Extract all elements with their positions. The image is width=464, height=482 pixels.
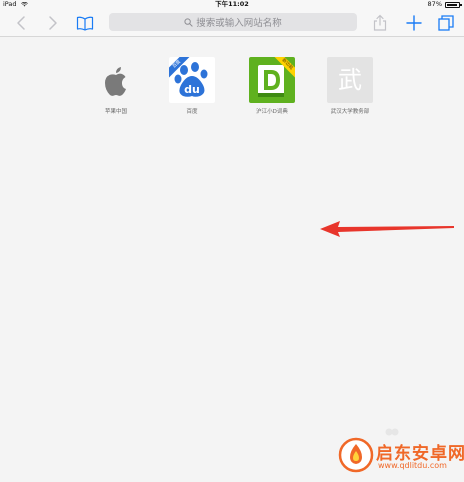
favorite-whu[interactable]: 武 武汉大学教务部 — [321, 57, 379, 115]
hujiang-d-icon: 新功能 — [249, 57, 295, 103]
apple-icon — [93, 57, 139, 103]
book-icon — [76, 16, 94, 31]
new-tab-button[interactable] — [404, 13, 424, 33]
favorites-grid: 苹果中国 du 百度 百度 新功能 沪江小D词典 武 武汉大学教务部 — [0, 37, 464, 137]
favorite-label: 武汉大学教务部 — [330, 109, 370, 115]
whu-text-icon: 武 — [327, 57, 373, 103]
swipe-left-arrow-icon — [320, 221, 454, 237]
browser-toolbar: 搜索或输入网站名称 — [0, 9, 464, 37]
share-button[interactable] — [370, 13, 390, 33]
watermark-logo-icon — [338, 437, 374, 473]
status-bar: iPad 下午11:02 87% — [0, 0, 464, 9]
status-time: 下午11:02 — [215, 0, 249, 8]
favorite-apple[interactable]: 苹果中国 — [87, 57, 145, 115]
tabs-button[interactable] — [436, 13, 456, 33]
watermark: 启东安卓网 www.qdlitdu.com — [328, 427, 464, 482]
plus-icon — [406, 15, 422, 31]
address-placeholder: 搜索或输入网站名称 — [196, 18, 282, 29]
address-bar[interactable]: 搜索或输入网站名称 — [109, 13, 357, 31]
favorite-label: 百度 — [186, 109, 198, 115]
back-button[interactable] — [12, 13, 32, 33]
dots-icon — [385, 428, 399, 436]
favorite-label: 沪江小D词典 — [256, 109, 288, 115]
chevron-left-icon — [17, 16, 25, 30]
watermark-url: www.qdlitdu.com — [378, 461, 447, 470]
svg-text:du: du — [184, 83, 200, 96]
favorite-hujiang[interactable]: 新功能 沪江小D词典 — [243, 57, 301, 115]
baidu-paw-icon: du 百度 — [169, 57, 215, 103]
favorite-label: 苹果中国 — [104, 109, 127, 115]
battery-icon — [445, 2, 462, 8]
tabs-icon — [438, 15, 454, 31]
share-icon — [373, 14, 387, 31]
battery-percent: 87% — [427, 0, 442, 8]
forward-button[interactable] — [42, 13, 62, 33]
bookmarks-button[interactable] — [75, 13, 95, 33]
chevron-right-icon — [49, 16, 57, 30]
search-icon — [184, 17, 193, 27]
favorite-baidu[interactable]: du 百度 百度 — [163, 57, 221, 115]
